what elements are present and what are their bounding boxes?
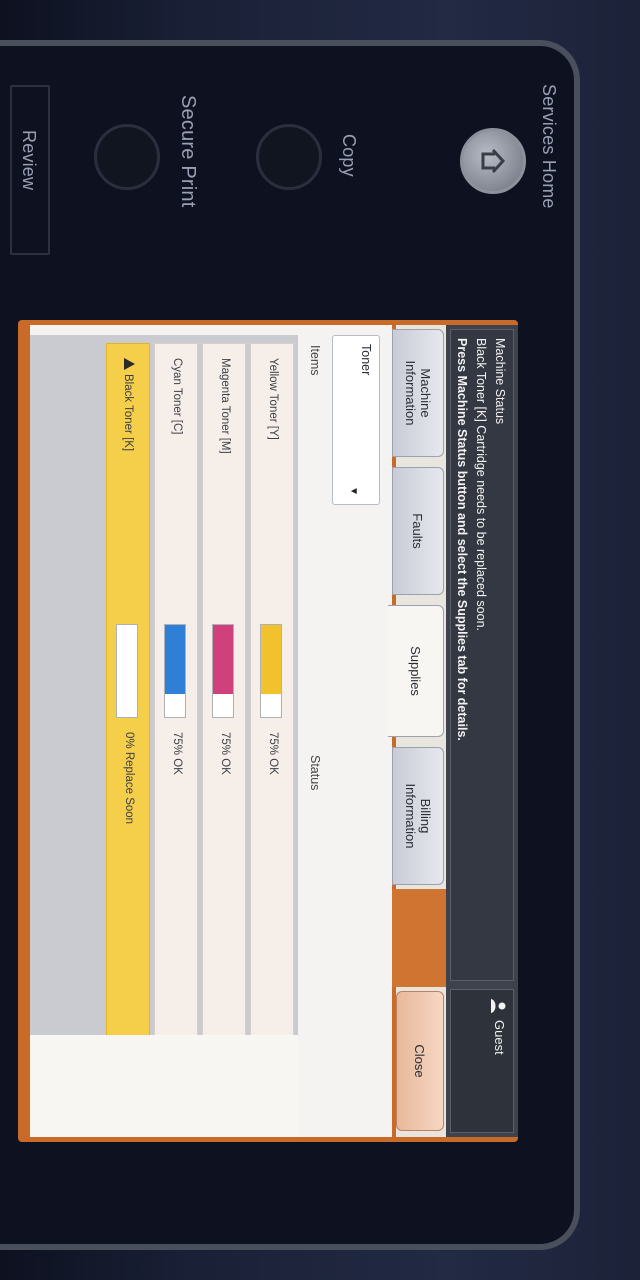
level-bar — [164, 624, 186, 718]
supply-type-value: Toner — [359, 344, 373, 376]
status-bar: Machine Status Black Toner [K] Cartridge… — [446, 325, 518, 1137]
supply-status: 75% OK — [219, 732, 231, 775]
tab-billing-information[interactable]: Billing Information — [392, 747, 444, 885]
tab-machine-information[interactable]: Machine Information — [392, 329, 444, 457]
level-fill — [213, 625, 233, 694]
secure-print-button[interactable] — [94, 124, 160, 190]
touch-screen: Machine Status Black Toner [K] Cartridge… — [30, 325, 518, 1137]
supply-row-warning[interactable]: Black Toner [K] 0% Replace Soon — [106, 343, 150, 1047]
supply-type-dropdown[interactable]: Toner ▼ — [332, 335, 380, 505]
supply-name: Black Toner [K] — [122, 374, 134, 452]
services-home-button[interactable] — [460, 128, 526, 194]
close-button[interactable]: Close — [396, 991, 444, 1131]
secure-print-label: Secure Print — [177, 95, 199, 208]
home-icon — [481, 148, 506, 174]
supply-status: 0% Replace Soon — [123, 732, 135, 825]
supplies-list: Yellow Toner [Y] 75% OK Magenta Toner [M… — [30, 335, 298, 1047]
review-label: Review — [19, 130, 39, 191]
user-name: Guest — [492, 1020, 507, 1055]
status-line-1: Black Toner [K] Cartridge needs to be re… — [474, 338, 488, 631]
supply-name: Yellow Toner [Y] — [267, 358, 279, 440]
status-title: Machine Status — [493, 338, 507, 425]
content-area: Machine Information Faults Supplies Bill… — [30, 325, 446, 1137]
supply-row[interactable]: Yellow Toner [Y] 75% OK — [250, 343, 294, 1047]
user-icon — [491, 999, 506, 1013]
supply-name: Cyan Toner [C] — [171, 358, 183, 435]
tab-bar: Machine Information Faults Supplies Bill… — [388, 325, 446, 1137]
list-scroll-area — [30, 1035, 298, 1137]
supply-status: 75% OK — [171, 732, 183, 775]
status-message: Machine Status Black Toner [K] Cartridge… — [450, 329, 514, 981]
supply-row[interactable]: Magenta Toner [M] 75% OK — [202, 343, 246, 1047]
copy-label: Copy — [339, 134, 359, 177]
tab-bar-accent — [392, 889, 446, 987]
level-bar — [260, 624, 282, 718]
tab-supplies[interactable]: Supplies — [388, 605, 444, 737]
status-line-2: Press Machine Status button and select t… — [455, 338, 469, 741]
level-bar — [116, 624, 138, 718]
chevron-down-icon: ▼ — [348, 486, 359, 496]
supply-row[interactable]: Cyan Toner [C] 75% OK — [154, 343, 198, 1047]
level-fill — [165, 625, 185, 694]
level-bar — [212, 624, 234, 718]
supply-status: 75% OK — [267, 732, 279, 775]
supply-name: Magenta Toner [M] — [219, 358, 231, 454]
user-login-button[interactable]: Guest — [450, 989, 514, 1133]
copy-button[interactable] — [256, 124, 322, 190]
warning-icon — [124, 358, 135, 370]
services-home-label: Services Home — [539, 84, 559, 209]
tab-faults[interactable]: Faults — [392, 467, 444, 595]
column-header-status: Status — [308, 755, 322, 791]
column-header-items: Items — [308, 345, 322, 376]
level-fill — [261, 625, 281, 694]
